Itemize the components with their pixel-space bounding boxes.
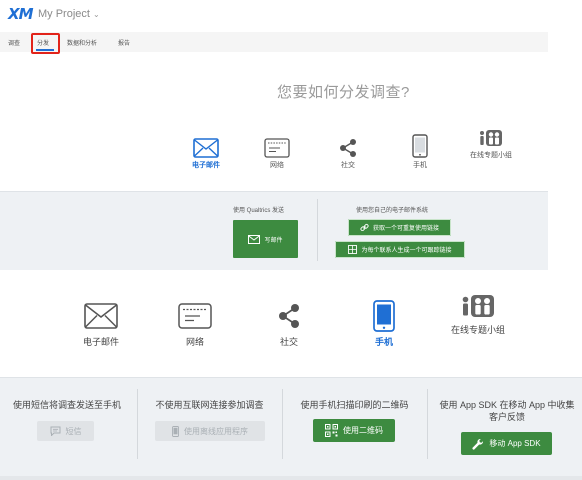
share-icon <box>279 304 299 328</box>
envelope-icon <box>248 234 261 244</box>
mobile-sdk-label: 移动 App SDK <box>489 439 541 448</box>
option-mobile[interactable]: 手机 <box>349 300 419 348</box>
column-divider <box>137 389 138 459</box>
panel-people-icon <box>462 295 494 317</box>
option-social-small[interactable]: 社交 <box>328 138 368 170</box>
project-name: My Project <box>38 8 90 20</box>
wrench-icon <box>472 438 484 450</box>
qr-title: 使用手机扫描印刷的二维码 <box>300 400 409 410</box>
mobile-phone-icon <box>412 134 428 158</box>
option-label: 社交 <box>341 162 355 169</box>
column-divider <box>282 389 283 459</box>
option-web[interactable]: 网络 <box>160 303 230 348</box>
tab-data-analysis[interactable]: 数据和分析 <box>67 38 97 47</box>
option-label: 电子邮件 <box>192 162 220 169</box>
mobile-sdk-button[interactable]: 移动 App SDK <box>461 432 552 455</box>
chat-bubble-icon <box>50 426 60 436</box>
chevron-down-icon: ⌄ <box>92 10 100 19</box>
reusable-link-label: 获取一个可重复使用链接 <box>372 226 439 232</box>
mobile-phone-icon <box>373 300 395 332</box>
offline-title: 不使用互联网连接参加调查 <box>155 400 264 410</box>
qualtrics-send-title: 使用 Qualtrics 发送 <box>233 208 285 214</box>
personal-link-label: 为每个联系人生成一个可跟踪链接 <box>361 248 452 254</box>
envelope-icon <box>193 138 219 158</box>
option-label: 网络 <box>270 162 284 169</box>
bottom-edge <box>0 476 582 480</box>
option-mobile-small[interactable]: 手机 <box>400 134 440 170</box>
sms-title: 使用短信将调查发送至手机 <box>12 400 121 410</box>
project-selector[interactable]: My Project ⌄ <box>38 8 100 20</box>
main-nav: 调查 分发 数据和分析 报告 <box>0 32 548 52</box>
option-panels-small[interactable]: 在线专题小组 <box>470 128 512 160</box>
sms-label: 短信 <box>65 426 82 436</box>
option-label: 在线专题小组 <box>470 152 512 159</box>
panel-people-icon <box>480 130 502 146</box>
offline-app-button[interactable]: 使用离线应用程序 <box>155 421 265 441</box>
option-email-small[interactable]: 电子邮件 <box>186 138 226 170</box>
qr-code-icon <box>325 424 338 437</box>
option-web-small[interactable]: 网络 <box>257 138 297 170</box>
top-bar: XM My Project ⌄ <box>0 0 582 30</box>
browser-window-icon <box>264 138 290 158</box>
option-social[interactable]: 社交 <box>254 303 324 348</box>
option-panels[interactable]: 在线专题小组 <box>443 293 513 336</box>
link-icon <box>360 223 369 232</box>
option-label: 在线专题小组 <box>450 325 505 335</box>
envelope-icon <box>84 303 118 329</box>
option-email[interactable]: 电子邮件 <box>66 303 136 348</box>
distribution-question: 您要如何分发调查? <box>277 84 410 101</box>
option-label: 手机 <box>413 162 427 169</box>
tab-reports[interactable]: 报告 <box>118 38 130 47</box>
mobile-phone-icon <box>172 425 179 437</box>
qr-code-label: 使用二维码 <box>343 426 383 435</box>
column-divider <box>317 199 318 261</box>
xm-logo[interactable]: XM <box>8 5 33 23</box>
option-label: 电子邮件 <box>82 337 119 347</box>
option-label: 社交 <box>279 337 298 347</box>
tab-survey[interactable]: 调查 <box>8 38 20 47</box>
grid-icon <box>348 245 358 254</box>
compose-email-label: 写邮件 <box>264 237 283 244</box>
personal-link-button[interactable]: 为每个联系人生成一个可跟踪链接 <box>335 241 465 258</box>
browser-window-icon <box>178 303 212 329</box>
own-email-system-title: 使用您自己的电子邮件系统 <box>356 208 429 214</box>
sms-button[interactable]: 短信 <box>37 421 94 441</box>
active-tab-indicator <box>36 49 54 51</box>
sdk-title: 使用 App SDK 在移动 App 中收集客户反馈 <box>439 400 575 422</box>
compose-email-button[interactable]: 写邮件 <box>233 220 298 258</box>
reusable-link-button[interactable]: 获取一个可重复使用链接 <box>348 219 451 236</box>
share-icon <box>340 139 356 157</box>
option-label: 网络 <box>185 337 204 347</box>
column-divider <box>427 389 428 459</box>
offline-app-label: 使用离线应用程序 <box>184 426 248 436</box>
qr-code-button[interactable]: 使用二维码 <box>313 419 395 442</box>
option-label: 手机 <box>374 337 393 347</box>
